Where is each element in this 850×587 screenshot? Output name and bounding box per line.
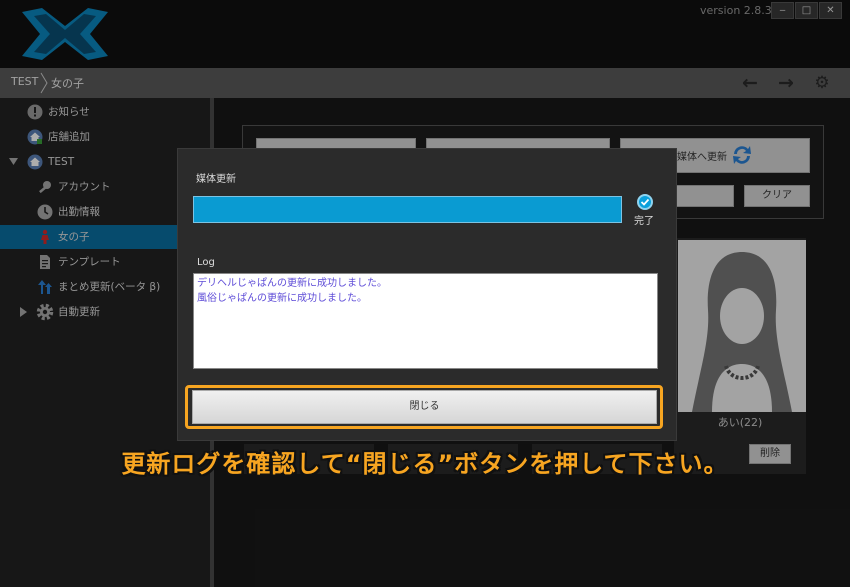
dialog-title: 媒体更新: [196, 174, 236, 185]
close-dialog-button[interactable]: 閉じる: [192, 390, 657, 424]
status-complete-label: 完了: [634, 216, 654, 227]
check-circle-icon: [637, 194, 653, 210]
log-line: 風俗じゃぱんの更新に成功しました。: [197, 293, 367, 304]
log-textarea[interactable]: デリヘルじゃぱんの更新に成功しました。 風俗じゃぱんの更新に成功しました。: [193, 273, 658, 369]
log-line: デリヘルじゃぱんの更新に成功しました。: [197, 278, 387, 289]
update-progress-bar: [193, 196, 622, 223]
instruction-caption: 更新ログを確認して“閉じる”ボタンを押して下さい。: [121, 450, 729, 478]
log-title: Log: [197, 257, 215, 268]
